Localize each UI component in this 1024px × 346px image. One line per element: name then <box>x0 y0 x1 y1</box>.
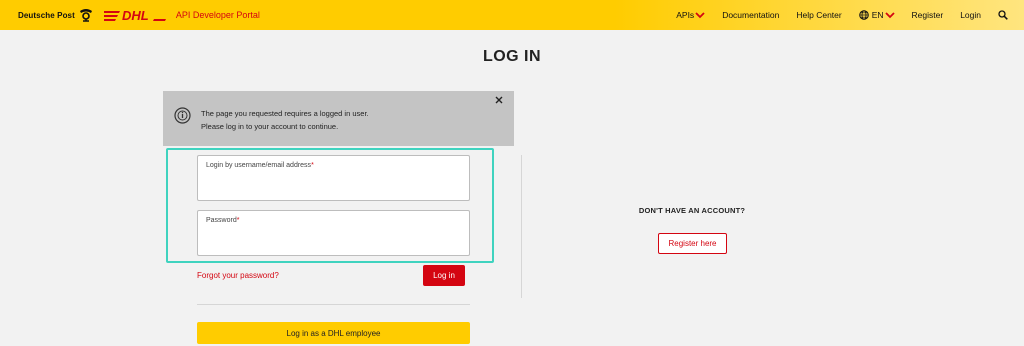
horizontal-divider <box>197 304 470 305</box>
main-nav: APIs Documentation Help Center EN Regist… <box>676 0 1024 30</box>
portal-title: API Developer Portal <box>175 10 260 20</box>
alert-message: The page you requested requires a logged… <box>201 107 369 133</box>
page-title: LOG IN <box>482 48 542 65</box>
search-icon[interactable] <box>998 10 1008 20</box>
top-header: Deutsche Post DHL API Developer Portal A… <box>0 0 1024 30</box>
register-here-button[interactable]: Register here <box>658 233 727 254</box>
forgot-password-link[interactable]: Forgot your password? <box>197 271 279 280</box>
close-icon[interactable] <box>494 95 504 105</box>
password-label-text: Password <box>206 217 237 224</box>
username-label: Login by username/email address* <box>206 162 314 169</box>
password-field[interactable]: Password* <box>197 210 470 256</box>
password-label: Password* <box>206 217 239 224</box>
dhl-logo: DHL <box>103 8 166 22</box>
login-button[interactable]: Log in <box>423 265 465 286</box>
no-account-heading: DON'T HAVE AN ACCOUNT? <box>638 206 746 215</box>
login-required-alert: The page you requested requires a logged… <box>163 91 514 146</box>
username-label-text: Login by username/email address <box>206 162 312 169</box>
dhl-employee-login-button[interactable]: Log in as a DHL employee <box>197 322 470 344</box>
deutsche-post-logo-text: Deutsche Post <box>18 10 75 20</box>
brand[interactable]: Deutsche Post DHL API Developer Portal <box>0 0 260 30</box>
username-field[interactable]: Login by username/email address* <box>197 155 470 201</box>
language-label: EN <box>871 10 884 20</box>
nav-login[interactable]: Login <box>960 10 981 20</box>
language-selector[interactable]: EN <box>858 10 895 20</box>
chevron-down-icon <box>884 11 895 18</box>
info-icon <box>174 107 191 124</box>
globe-icon <box>858 10 869 20</box>
required-mark: * <box>236 217 240 224</box>
nav-register[interactable]: Register <box>912 10 944 20</box>
nav-help-center[interactable]: Help Center <box>796 10 841 20</box>
alert-line-2: Please log in to your account to continu… <box>201 122 339 131</box>
nav-apis-label: APIs <box>676 10 695 20</box>
post-horn-icon <box>79 9 92 22</box>
required-mark: * <box>311 162 314 169</box>
nav-documentation[interactable]: Documentation <box>722 10 779 20</box>
search-glyph <box>998 10 1008 20</box>
chevron-down-icon <box>695 11 705 18</box>
alert-line-1: The page you requested requires a logged… <box>201 109 369 118</box>
nav-apis[interactable]: APIs <box>676 10 705 20</box>
svg-text:DHL: DHL <box>122 8 149 22</box>
vertical-divider <box>521 155 522 298</box>
